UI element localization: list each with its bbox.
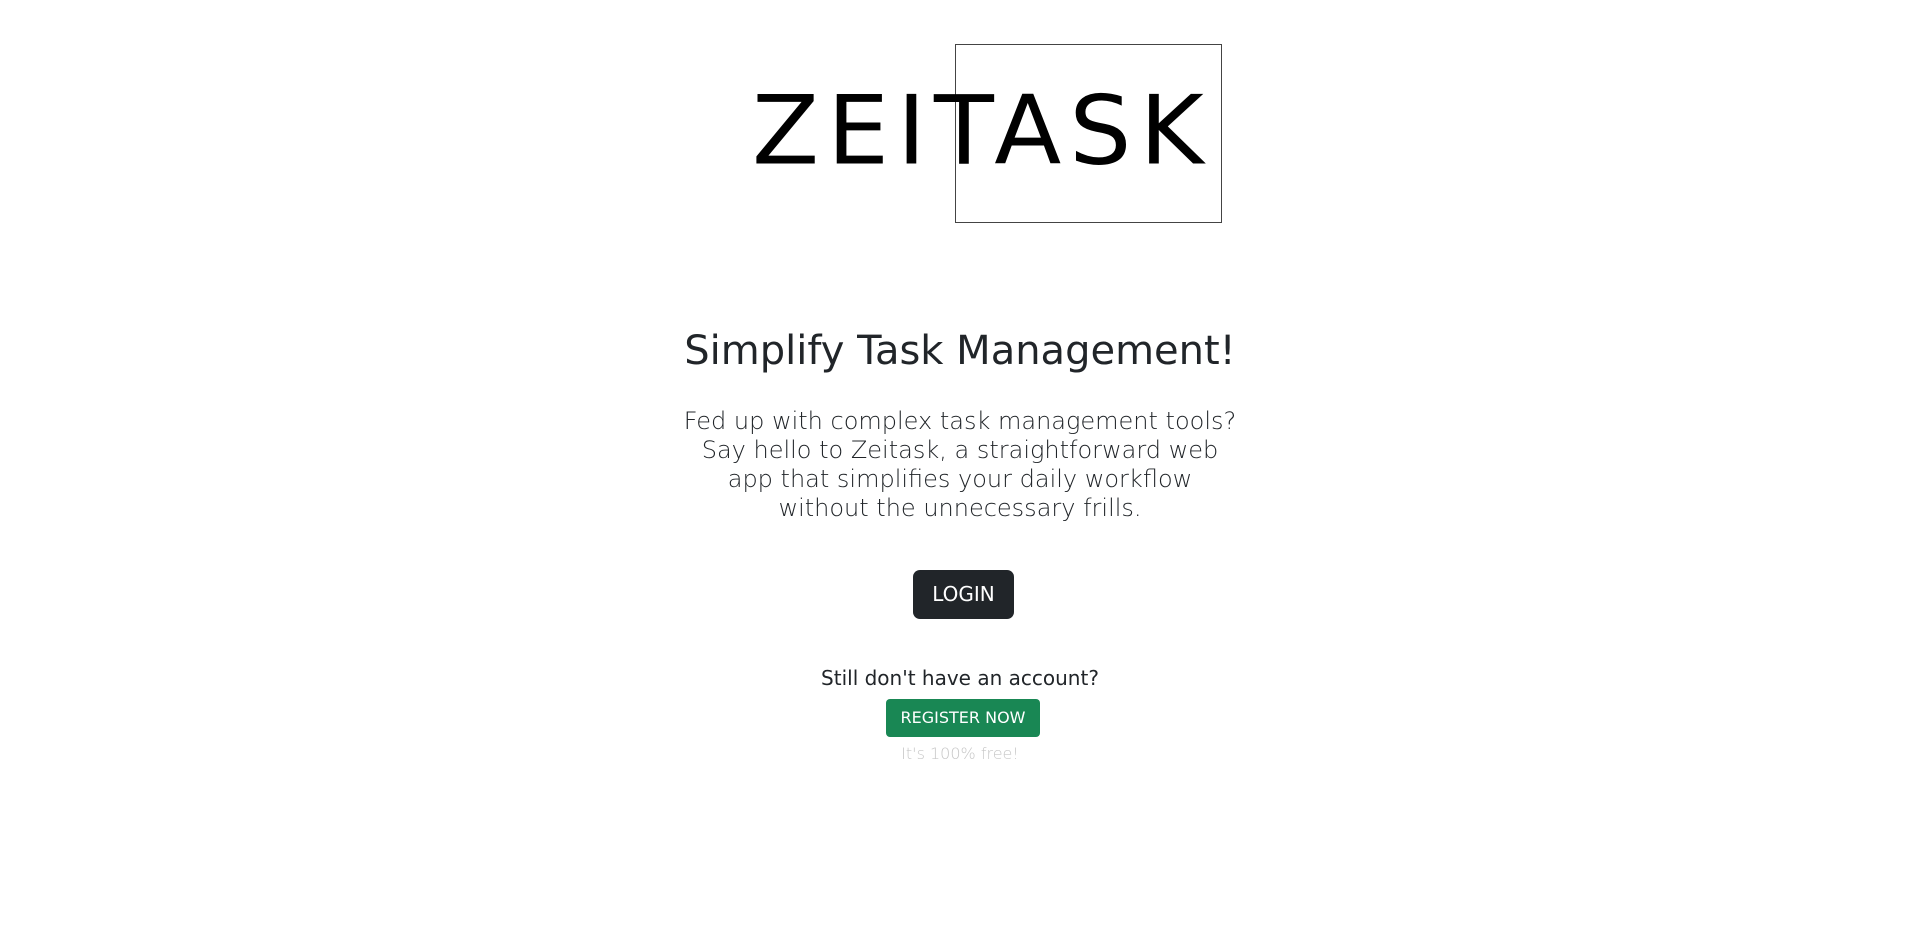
intro-text: Fed up with complex task management tool… <box>683 407 1237 522</box>
landing-page: ZEITASK Simplify Task Management! Fed up… <box>0 0 1920 932</box>
zeitask-logo: ZEITASK <box>740 44 1240 226</box>
register-now-button[interactable]: REGISTER NOW <box>886 699 1040 737</box>
free-note: It's 100% free! <box>901 744 1019 763</box>
page-headline: Simplify Task Management! <box>684 328 1236 374</box>
login-button[interactable]: LOGIN <box>913 570 1014 619</box>
register-prompt: Still don't have an account? <box>821 666 1099 690</box>
logo-wordmark: ZEITASK <box>752 76 1212 187</box>
